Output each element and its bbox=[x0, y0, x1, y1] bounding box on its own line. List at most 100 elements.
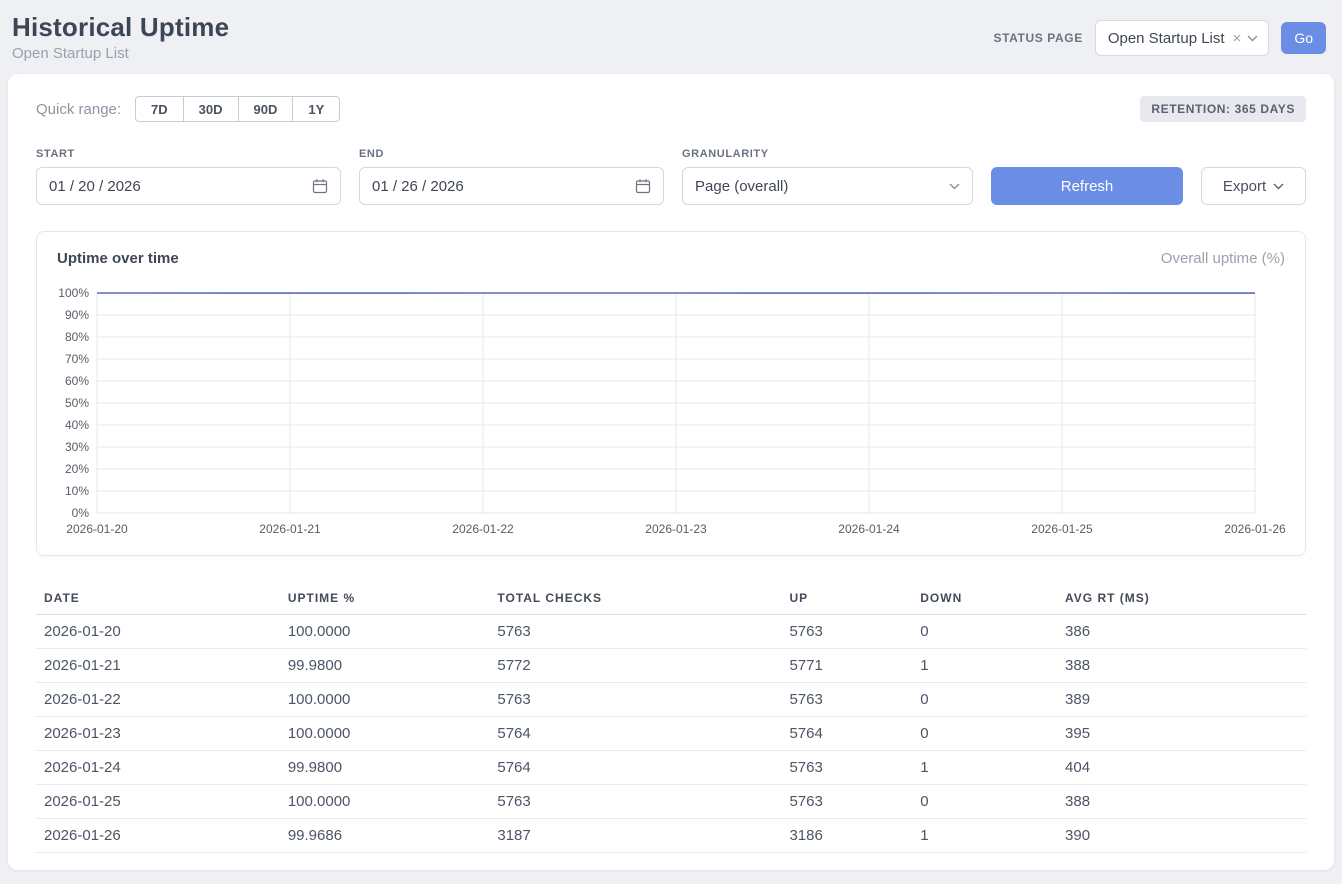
table-cell: 390 bbox=[1057, 819, 1306, 853]
column-header-total-checks: TOTAL CHECKS bbox=[489, 582, 781, 615]
quick-range-button-group: 7D 30D 90D 1Y bbox=[135, 96, 340, 122]
table-cell: 99.9800 bbox=[280, 649, 490, 683]
uptime-line-chart: 0%10%20%30%40%50%60%70%80%90%100%2026-01… bbox=[57, 281, 1287, 541]
refresh-button[interactable]: Refresh bbox=[991, 167, 1183, 205]
table-cell: 389 bbox=[1057, 683, 1306, 717]
column-header-date: DATE bbox=[36, 582, 280, 615]
table-row: 2026-01-20100.0000576357630386 bbox=[36, 615, 1306, 649]
granularity-label: GRANULARITY bbox=[682, 148, 973, 160]
svg-text:10%: 10% bbox=[65, 484, 89, 498]
table-header-row: DATE UPTIME % TOTAL CHECKS UP DOWN AVG R… bbox=[36, 582, 1306, 615]
table-cell: 5771 bbox=[781, 649, 912, 683]
table-cell: 1 bbox=[912, 649, 1057, 683]
table-cell: 5763 bbox=[489, 615, 781, 649]
table-cell: 0 bbox=[912, 615, 1057, 649]
table-cell: 2026-01-24 bbox=[36, 751, 280, 785]
table-cell: 100.0000 bbox=[280, 615, 490, 649]
uptime-chart-card: Uptime over time Overall uptime (%) 0% 10… bbox=[36, 231, 1306, 556]
table-cell: 0 bbox=[912, 785, 1057, 819]
table-cell: 2026-01-23 bbox=[36, 717, 280, 751]
table-cell: 2026-01-22 bbox=[36, 683, 280, 717]
table-row: 2026-01-22100.0000576357630389 bbox=[36, 683, 1306, 717]
end-date-label: END bbox=[359, 148, 664, 160]
title-block: Historical Uptime Open Startup List bbox=[12, 12, 229, 62]
table-cell: 5764 bbox=[489, 717, 781, 751]
table-row: 2026-01-2499.9800576457631404 bbox=[36, 751, 1306, 785]
table-cell: 5763 bbox=[489, 683, 781, 717]
table-cell: 395 bbox=[1057, 717, 1306, 751]
svg-text:2026-01-21: 2026-01-21 bbox=[259, 522, 321, 536]
svg-text:70%: 70% bbox=[65, 352, 89, 366]
table-cell: 1 bbox=[912, 819, 1057, 853]
start-date-field-group: START 01 / 20 / 2026 bbox=[36, 148, 341, 205]
page-title: Historical Uptime bbox=[12, 12, 229, 43]
chevron-down-icon bbox=[949, 183, 960, 190]
granularity-selected-value: Page (overall) bbox=[695, 178, 788, 195]
svg-text:2026-01-24: 2026-01-24 bbox=[838, 522, 900, 536]
chart-header: Uptime over time Overall uptime (%) bbox=[57, 250, 1285, 267]
start-date-value: 01 / 20 / 2026 bbox=[49, 178, 141, 195]
chart-plot-area: 0%10%20%30%40%50%60%70%80%90%100%2026-01… bbox=[57, 281, 1285, 541]
controls-row: START 01 / 20 / 2026 END 01 / 26 / 2026 … bbox=[36, 148, 1306, 205]
chevron-down-icon bbox=[1247, 35, 1258, 42]
quick-range-1y-button[interactable]: 1Y bbox=[292, 96, 340, 122]
retention-badge: RETENTION: 365 DAYS bbox=[1140, 96, 1306, 122]
svg-text:100%: 100% bbox=[58, 286, 89, 300]
start-date-label: START bbox=[36, 148, 341, 160]
start-date-input[interactable]: 01 / 20 / 2026 bbox=[36, 167, 341, 205]
column-header-up: UP bbox=[781, 582, 912, 615]
chart-legend: Overall uptime (%) bbox=[1161, 250, 1285, 267]
table-cell: 2026-01-25 bbox=[36, 785, 280, 819]
column-header-uptime: UPTIME % bbox=[280, 582, 490, 615]
quick-range-30d-button[interactable]: 30D bbox=[183, 96, 239, 122]
status-page-select[interactable]: Open Startup List × bbox=[1095, 20, 1270, 56]
svg-text:20%: 20% bbox=[65, 462, 89, 476]
svg-text:60%: 60% bbox=[65, 374, 89, 388]
table-cell: 5764 bbox=[781, 717, 912, 751]
go-button[interactable]: Go bbox=[1281, 22, 1326, 54]
chart-title: Uptime over time bbox=[57, 250, 179, 267]
table-cell: 5763 bbox=[781, 615, 912, 649]
header-right: STATUS PAGE Open Startup List × Go bbox=[994, 20, 1326, 56]
calendar-icon[interactable] bbox=[635, 178, 651, 194]
page-subtitle: Open Startup List bbox=[12, 45, 229, 62]
uptime-table: DATE UPTIME % TOTAL CHECKS UP DOWN AVG R… bbox=[36, 582, 1306, 853]
table-cell: 5772 bbox=[489, 649, 781, 683]
quick-range-7d-button[interactable]: 7D bbox=[135, 96, 184, 122]
table-row: 2026-01-25100.0000576357630388 bbox=[36, 785, 1306, 819]
chevron-down-icon bbox=[1273, 183, 1284, 190]
svg-text:2026-01-26: 2026-01-26 bbox=[1224, 522, 1286, 536]
table-cell: 2026-01-26 bbox=[36, 819, 280, 853]
svg-text:2026-01-23: 2026-01-23 bbox=[645, 522, 707, 536]
table-cell: 5763 bbox=[781, 683, 912, 717]
table-row: 2026-01-23100.0000576457640395 bbox=[36, 717, 1306, 751]
svg-text:80%: 80% bbox=[65, 330, 89, 344]
clear-selection-icon[interactable]: × bbox=[1233, 30, 1242, 47]
calendar-icon[interactable] bbox=[312, 178, 328, 194]
table-cell: 3187 bbox=[489, 819, 781, 853]
table-cell: 386 bbox=[1057, 615, 1306, 649]
svg-text:0%: 0% bbox=[72, 506, 90, 520]
export-button[interactable]: Export bbox=[1201, 167, 1306, 205]
table-cell: 5763 bbox=[781, 785, 912, 819]
page-header: Historical Uptime Open Startup List STAT… bbox=[0, 0, 1342, 62]
svg-text:50%: 50% bbox=[65, 396, 89, 410]
table-cell: 2026-01-21 bbox=[36, 649, 280, 683]
column-header-avg-rt: AVG RT (MS) bbox=[1057, 582, 1306, 615]
svg-text:2026-01-22: 2026-01-22 bbox=[452, 522, 514, 536]
quick-range-label: Quick range: bbox=[36, 101, 121, 118]
table-cell: 5764 bbox=[489, 751, 781, 785]
svg-text:2026-01-25: 2026-01-25 bbox=[1031, 522, 1093, 536]
end-date-input[interactable]: 01 / 26 / 2026 bbox=[359, 167, 664, 205]
table-cell: 3186 bbox=[781, 819, 912, 853]
granularity-select[interactable]: Page (overall) bbox=[682, 167, 973, 205]
table-row: 2026-01-2699.9686318731861390 bbox=[36, 819, 1306, 853]
status-page-label: STATUS PAGE bbox=[994, 31, 1083, 45]
svg-text:40%: 40% bbox=[65, 418, 89, 432]
table-cell: 388 bbox=[1057, 649, 1306, 683]
table-cell: 404 bbox=[1057, 751, 1306, 785]
table-cell: 99.9686 bbox=[280, 819, 490, 853]
quick-range-90d-button[interactable]: 90D bbox=[238, 96, 294, 122]
svg-text:90%: 90% bbox=[65, 308, 89, 322]
column-header-down: DOWN bbox=[912, 582, 1057, 615]
